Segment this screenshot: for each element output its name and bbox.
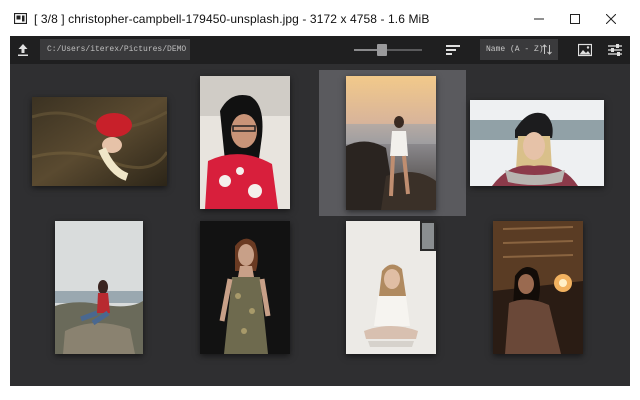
minimize-button[interactable] (521, 8, 557, 30)
window-title: [ 3/8 ] christopher-campbell-179450-unsp… (34, 12, 430, 26)
close-icon (606, 14, 616, 24)
close-button[interactable] (593, 8, 629, 30)
thumbnail-1[interactable] (32, 97, 167, 186)
thumbnail-2[interactable] (200, 76, 290, 209)
sort-select[interactable]: Name (A - Z) (480, 39, 558, 60)
sort-option-label: Name (A - Z) (486, 45, 544, 54)
zoom-slider[interactable] (354, 44, 422, 56)
maximize-button[interactable] (557, 8, 593, 30)
app-logo-icon (14, 13, 27, 24)
maximize-icon (570, 14, 580, 24)
minimize-icon (534, 18, 544, 20)
thumbnail-5[interactable] (55, 221, 143, 354)
thumbnail-7[interactable] (346, 221, 436, 354)
toolbar: C:/Users/iterex/Pictures/DEMO Name (A - … (10, 36, 630, 64)
thumbnail-8[interactable] (493, 221, 583, 354)
settings-sliders-icon[interactable] (608, 43, 622, 57)
sort-direction-icon[interactable] (542, 39, 552, 60)
sort-lines-icon[interactable] (446, 44, 460, 56)
title-bar: [ 3/8 ] christopher-campbell-179450-unsp… (0, 0, 640, 36)
thumbnail-4[interactable] (470, 100, 604, 186)
thumbnail-3[interactable] (346, 76, 436, 210)
image-icon[interactable] (578, 43, 592, 57)
window-bottom-edge (0, 386, 640, 400)
path-field[interactable]: C:/Users/iterex/Pictures/DEMO (40, 39, 190, 60)
thumbnail-gallery (10, 64, 630, 386)
thumbnail-6[interactable] (200, 221, 290, 354)
upload-icon[interactable] (15, 42, 31, 58)
slider-thumb[interactable] (377, 44, 387, 56)
